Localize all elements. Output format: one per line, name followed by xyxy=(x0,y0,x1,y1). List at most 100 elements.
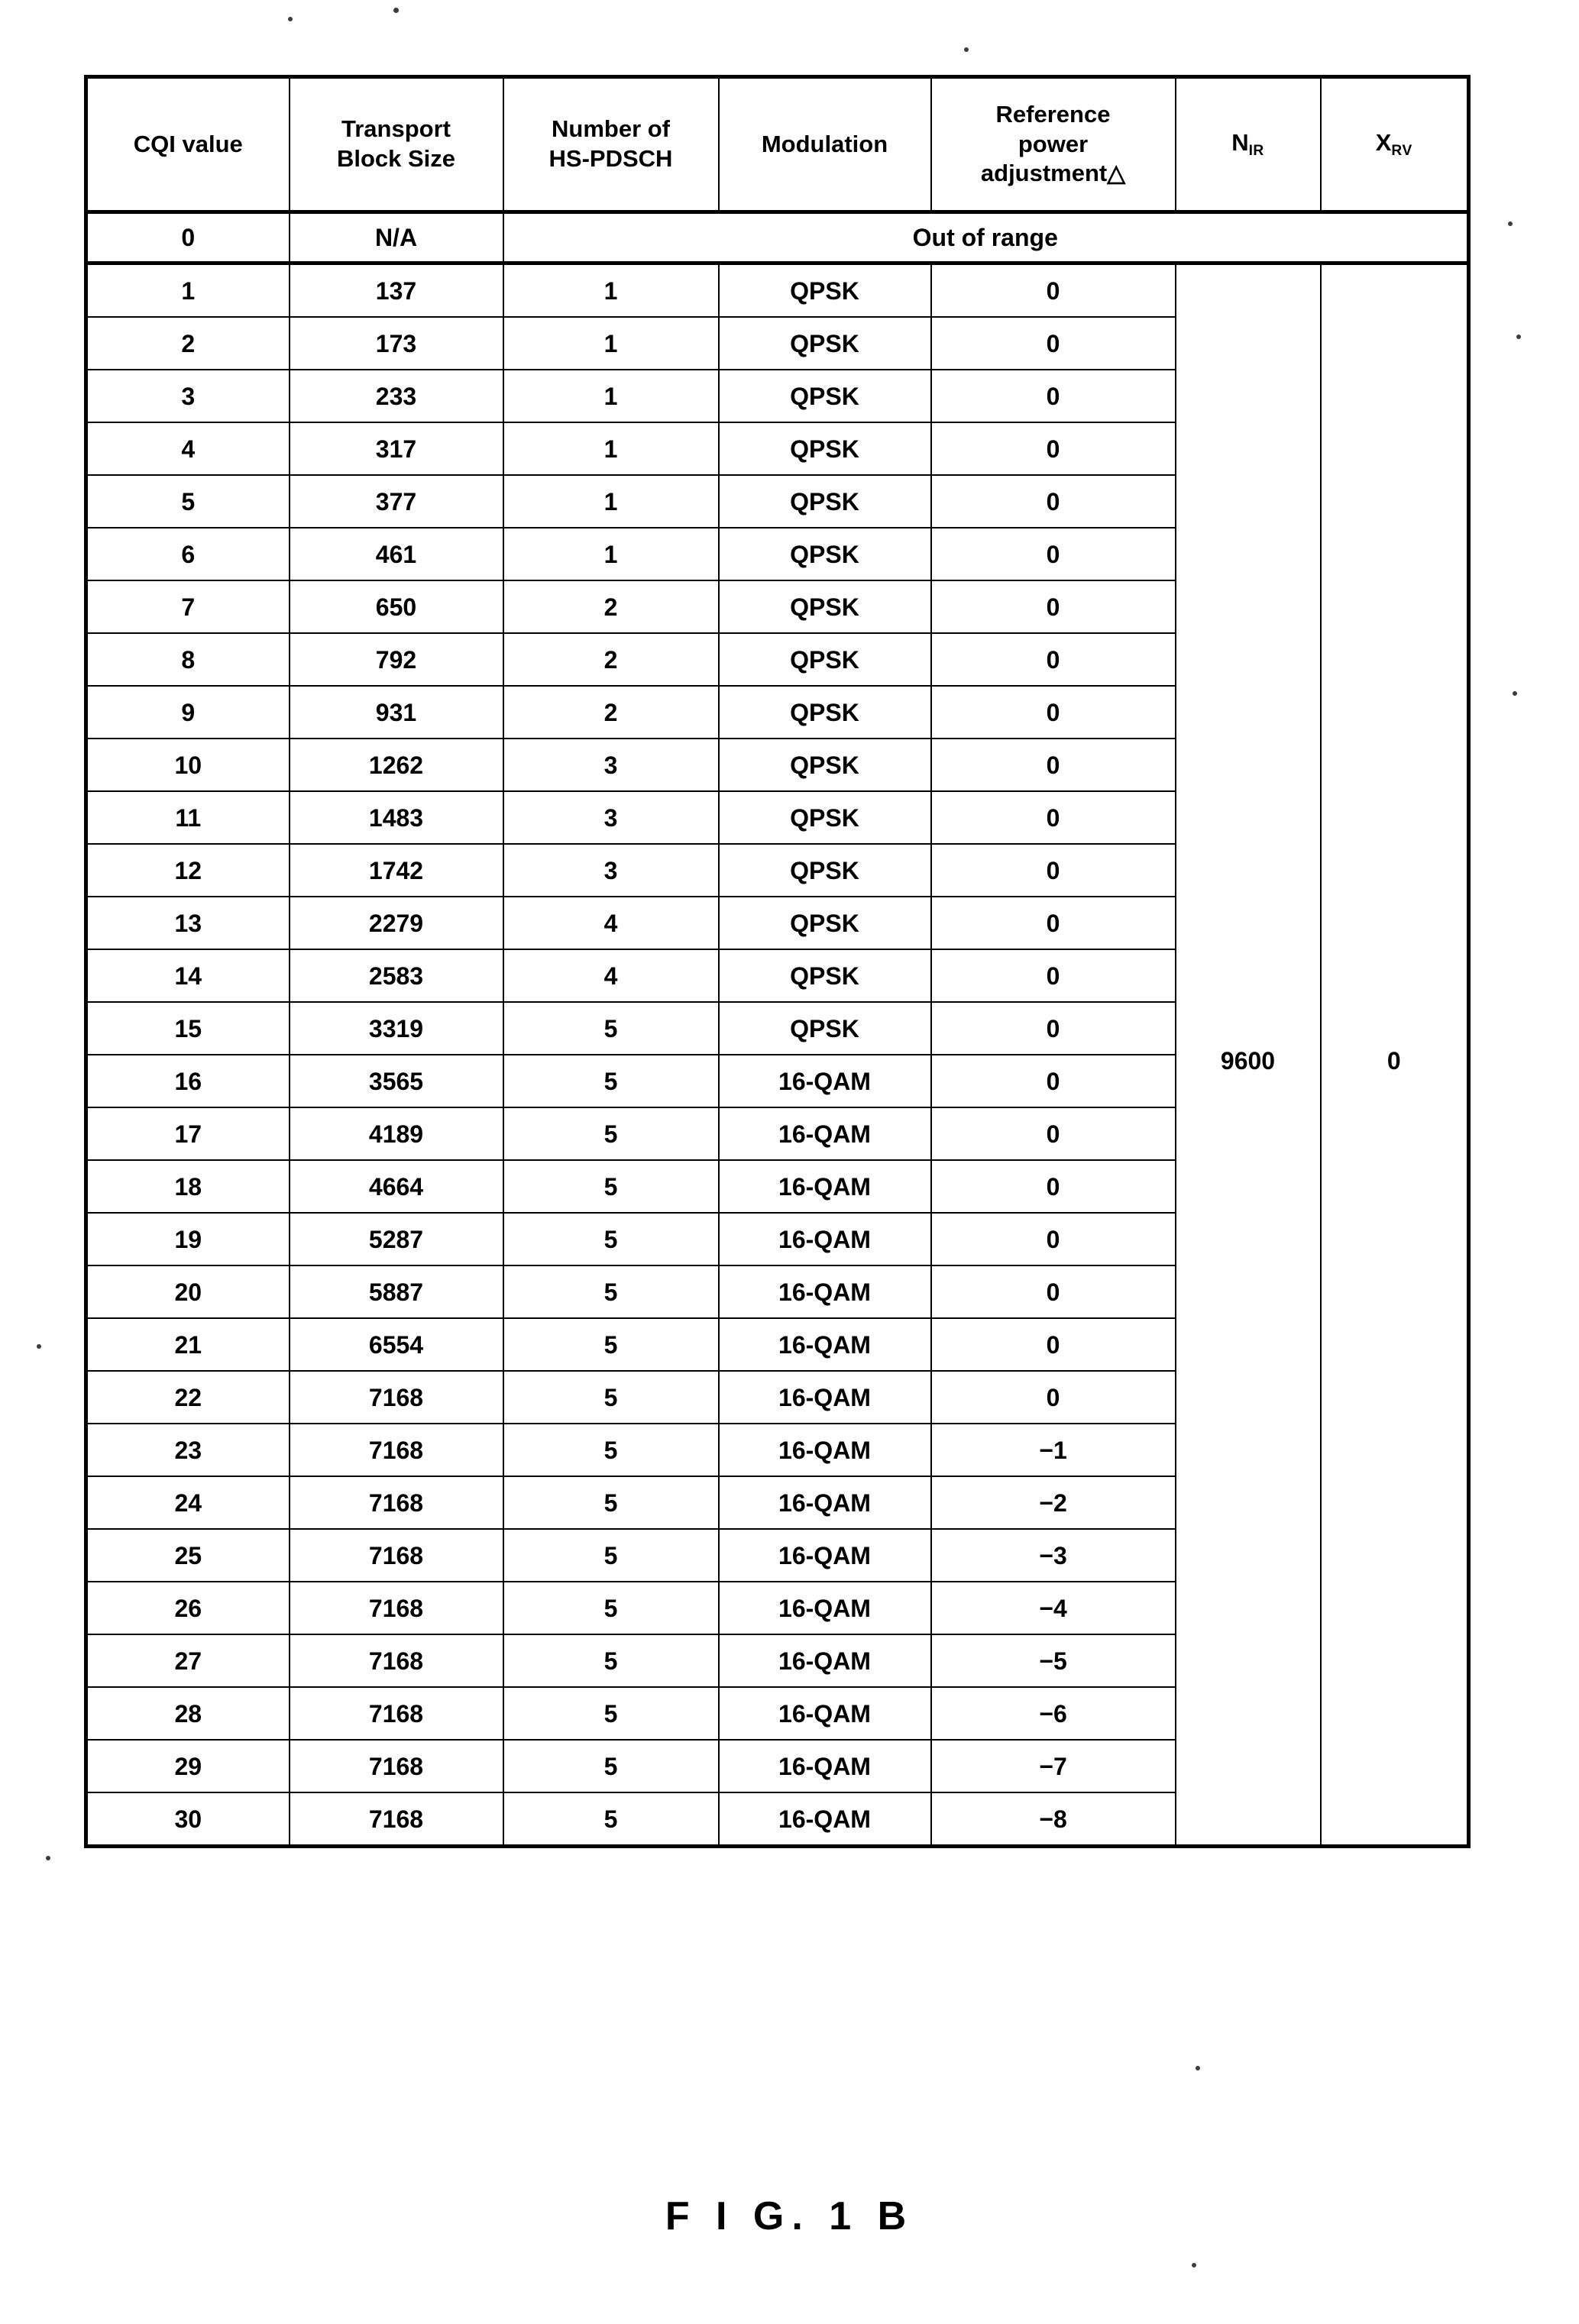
scan-speck xyxy=(1508,221,1513,226)
cell-transport-block-size: 5887 xyxy=(288,1265,504,1319)
cell-number-of-hs-pdsch: 5 xyxy=(502,1686,720,1741)
cell-cqi-value: 18 xyxy=(85,1159,290,1214)
cell-transport-block-size: 7168 xyxy=(288,1792,504,1848)
cell-cqi-value: 30 xyxy=(85,1792,290,1848)
cell-modulation: QPSK xyxy=(717,369,932,423)
column-header-cqi-value: CQI value xyxy=(85,76,290,214)
cell-cqi-value: 11 xyxy=(85,790,290,845)
header-text: Reference xyxy=(995,100,1111,128)
cell-number-of-hs-pdsch: 5 xyxy=(502,1107,720,1161)
cell-number-of-hs-pdsch: 1 xyxy=(502,527,720,581)
table-row: 1 137 1 QPSK 0 9600 0 xyxy=(85,262,1470,1847)
cell-modulation: 16-QAM xyxy=(717,1054,932,1108)
cell-number-of-hs-pdsch: 1 xyxy=(502,262,720,318)
cell-number-of-hs-pdsch: 5 xyxy=(502,1739,720,1793)
cell-reference-power-adjustment: −1 xyxy=(930,1423,1176,1477)
cell-reference-power-adjustment: 0 xyxy=(930,632,1176,687)
cell-reference-power-adjustment: 0 xyxy=(930,369,1176,423)
cell-reference-power-adjustment: 0 xyxy=(930,316,1176,370)
scan-speck xyxy=(1196,2066,1200,2070)
cell-transport-block-size: 931 xyxy=(288,685,504,739)
cell-modulation: QPSK xyxy=(717,262,932,318)
cell-modulation: 16-QAM xyxy=(717,1476,932,1530)
cell-transport-block-size: 461 xyxy=(288,527,504,581)
cell-transport-block-size: 1262 xyxy=(288,738,504,792)
scan-speck xyxy=(1513,691,1517,696)
cell-transport-block-size: 377 xyxy=(288,474,504,528)
figure-page: CQI value Transport Block Size Number of… xyxy=(0,0,1579,2324)
cell-cqi-value: 15 xyxy=(85,1001,290,1055)
cell-cqi-value: 16 xyxy=(85,1054,290,1108)
cell-number-of-hs-pdsch: 1 xyxy=(502,422,720,476)
cell-cqi-value: 24 xyxy=(85,1476,290,1530)
cell-modulation: QPSK xyxy=(717,474,932,528)
cell-transport-block-size: 7168 xyxy=(288,1739,504,1793)
cell-number-of-hs-pdsch: 2 xyxy=(502,580,720,634)
cell-modulation: QPSK xyxy=(717,790,932,845)
table-row: 0 N/A Out of range xyxy=(85,211,1470,265)
cell-reference-power-adjustment: 0 xyxy=(930,738,1176,792)
cell-cqi-value: 1 xyxy=(85,262,290,318)
cell-number-of-hs-pdsch: 2 xyxy=(502,632,720,687)
scan-speck xyxy=(393,8,399,13)
cell-transport-block-size: 2279 xyxy=(288,896,504,950)
cell-reference-power-adjustment: 0 xyxy=(930,262,1176,318)
column-header-x-rv: XRV xyxy=(1319,76,1470,214)
cell-reference-power-adjustment: 0 xyxy=(930,790,1176,845)
cell-modulation: 16-QAM xyxy=(717,1370,932,1424)
cell-reference-power-adjustment: 0 xyxy=(930,527,1176,581)
cell-number-of-hs-pdsch: 5 xyxy=(502,1317,720,1372)
scan-speck xyxy=(1516,335,1521,339)
cell-cqi-value: 2 xyxy=(85,316,290,370)
cell-modulation: 16-QAM xyxy=(717,1686,932,1741)
cell-cqi-value: 21 xyxy=(85,1317,290,1372)
cell-cqi-value: 10 xyxy=(85,738,290,792)
cell-reference-power-adjustment: 0 xyxy=(930,1001,1176,1055)
cell-modulation: QPSK xyxy=(717,896,932,950)
cell-transport-block-size: 4189 xyxy=(288,1107,504,1161)
cell-cqi-value: 28 xyxy=(85,1686,290,1741)
header-text: N xyxy=(1231,128,1249,156)
cell-reference-power-adjustment: 0 xyxy=(930,896,1176,950)
figure-caption: F I G. 1 B xyxy=(665,2194,914,2238)
cell-cqi-value: 29 xyxy=(85,1739,290,1793)
cell-number-of-hs-pdsch: 5 xyxy=(502,1265,720,1319)
scan-speck xyxy=(288,17,293,21)
cell-modulation: 16-QAM xyxy=(717,1317,932,1372)
header-subscript: IR xyxy=(1248,143,1264,160)
cell-number-of-hs-pdsch: 5 xyxy=(502,1581,720,1635)
header-text: Modulation xyxy=(761,130,888,157)
cell-transport-block-size: 7168 xyxy=(288,1581,504,1635)
cell-modulation: QPSK xyxy=(717,738,932,792)
column-header-transport-block-size: Transport Block Size xyxy=(288,76,504,214)
cell-reference-power-adjustment: 0 xyxy=(930,1370,1176,1424)
cell-transport-block-size: 2583 xyxy=(288,949,504,1003)
header-text: CQI value xyxy=(133,130,243,157)
header-text: adjustment△ xyxy=(980,160,1126,187)
header-text: Number of xyxy=(552,115,670,143)
cell-cqi-value: 0 xyxy=(85,211,290,265)
cell-transport-block-size: 7168 xyxy=(288,1634,504,1688)
cell-transport-block-size: 7168 xyxy=(288,1370,504,1424)
cqi-mapping-table: CQI value Transport Block Size Number of… xyxy=(84,75,1471,1848)
cell-cqi-value: 9 xyxy=(85,685,290,739)
cell-cqi-value: 4 xyxy=(85,422,290,476)
column-header-reference-power-adjustment: Reference power adjustment△ xyxy=(930,76,1176,214)
cell-transport-block-size: 173 xyxy=(288,316,504,370)
cell-transport-block-size: 4664 xyxy=(288,1159,504,1214)
cell-transport-block-size: 3565 xyxy=(288,1054,504,1108)
scan-speck xyxy=(46,1856,50,1860)
cell-number-of-hs-pdsch: 3 xyxy=(502,738,720,792)
cell-modulation: QPSK xyxy=(717,685,932,739)
column-header-modulation: Modulation xyxy=(717,76,932,214)
cell-cqi-value: 23 xyxy=(85,1423,290,1477)
cell-x-rv-value: 0 xyxy=(1319,262,1470,1847)
cell-reference-power-adjustment: 0 xyxy=(930,685,1176,739)
cell-number-of-hs-pdsch: 5 xyxy=(502,1001,720,1055)
cell-cqi-value: 25 xyxy=(85,1528,290,1582)
cell-reference-power-adjustment: 0 xyxy=(930,1054,1176,1108)
x-rv-value-text: 0 xyxy=(1386,1047,1401,1075)
cell-modulation: 16-QAM xyxy=(717,1265,932,1319)
cell-transport-block-size: 650 xyxy=(288,580,504,634)
cell-cqi-value: 26 xyxy=(85,1581,290,1635)
